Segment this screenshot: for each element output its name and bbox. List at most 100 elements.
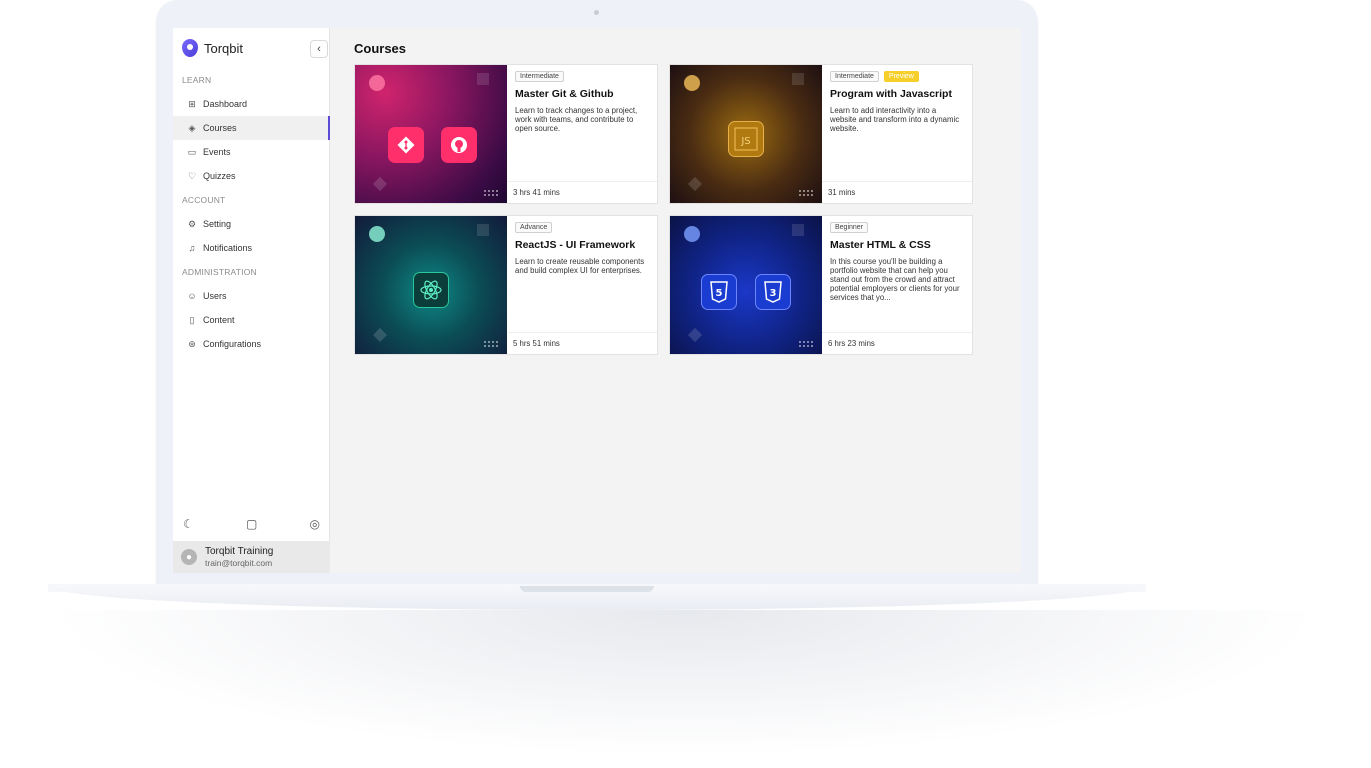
decor-orb (684, 75, 700, 91)
config-icon: ⊛ (188, 339, 196, 349)
javascript-icon: JS (728, 121, 764, 157)
sidebar-item-courses[interactable]: ◈ Courses (173, 116, 330, 140)
github-icon (441, 127, 477, 163)
lightbulb-icon: ♡ (187, 171, 197, 181)
section-label-account: ACCOUNT (182, 195, 226, 205)
decor-dots (798, 340, 814, 348)
sidebar-item-label: Configurations (203, 339, 262, 349)
course-thumbnail: 5 3 (670, 216, 822, 354)
calendar-icon: ▭ (187, 147, 197, 157)
sidebar-item-label: Events (203, 147, 231, 157)
decor-square (792, 224, 804, 236)
user-panel[interactable]: ● Torqbit Training train@torqbit.com (173, 541, 330, 573)
git-icon (388, 127, 424, 163)
course-duration: 6 hrs 23 mins (822, 332, 972, 354)
course-card[interactable]: 5 3 Beginner Master HTML & CSS In this c… (669, 215, 973, 355)
sidebar-item-quizzes[interactable]: ♡ Quizzes (173, 164, 329, 188)
sidebar-item-label: Users (203, 291, 227, 301)
avatar: ● (181, 549, 197, 565)
html5-icon: 5 (701, 274, 737, 310)
user-email: train@torqbit.com (205, 558, 273, 568)
decor-diamond (687, 327, 703, 343)
course-title[interactable]: Master HTML & CSS (830, 239, 964, 251)
course-duration: 5 hrs 51 mins (507, 332, 657, 354)
moon-icon[interactable]: ☾ (183, 517, 194, 531)
sidebar-item-configurations[interactable]: ⊛ Configurations (173, 332, 329, 356)
level-badge: Beginner (830, 222, 869, 233)
level-badge: Advance (515, 222, 553, 233)
course-description: Learn to add interactivity into a websit… (830, 106, 960, 133)
course-duration: 31 mins (822, 181, 972, 203)
decor-orb (684, 226, 700, 242)
laptop-camera (594, 10, 599, 15)
brand-name: Torqbit (204, 40, 244, 56)
app-screen: Torqbit ‹ LEARN ⊞ Dashboard ◈ Courses ▭ … (173, 28, 1021, 573)
sidebar-item-users[interactable]: ☺ Users (173, 284, 329, 308)
main-content: Courses Intermediate Master Git & Github… (330, 28, 1021, 573)
sidebar: Torqbit ‹ LEARN ⊞ Dashboard ◈ Courses ▭ … (173, 28, 330, 573)
sidebar-item-content[interactable]: ▯ Content (173, 308, 329, 332)
chat-icon[interactable]: ▢ (246, 517, 257, 531)
react-icon (413, 272, 449, 308)
course-description: Learn to track changes to a project, wor… (515, 106, 638, 133)
sidebar-item-label: Courses (203, 123, 237, 133)
discord-icon[interactable]: ◎ (310, 517, 320, 531)
decor-square (477, 73, 489, 85)
sidebar-item-label: Dashboard (203, 99, 248, 109)
decor-dots (798, 189, 814, 197)
section-label-learn: LEARN (182, 75, 212, 85)
floor-shadow (0, 610, 1371, 768)
decor-diamond (687, 176, 703, 192)
section-label-administration: ADMINISTRATION (182, 267, 257, 277)
sidebar-item-dashboard[interactable]: ⊞ Dashboard (173, 92, 329, 116)
sidebar-footer: ☾ ▢ ◎ (173, 511, 330, 537)
course-card[interactable]: Intermediate Master Git & Github Learn t… (354, 64, 658, 204)
user-name: Torqbit Training (205, 546, 274, 557)
svg-text:3: 3 (770, 288, 777, 299)
svg-text:JS: JS (740, 136, 750, 147)
course-title[interactable]: Program with Javascript (830, 88, 964, 100)
course-thumbnail (355, 65, 507, 203)
course-title[interactable]: ReactJS - UI Framework (515, 239, 649, 251)
css3-icon: 3 (755, 274, 791, 310)
decor-dots (483, 189, 499, 197)
sidebar-item-label: Notifications (203, 243, 253, 253)
decor-orb (369, 75, 385, 91)
decor-orb (369, 226, 385, 242)
sidebar-item-setting[interactable]: ⚙ Setting (173, 212, 329, 236)
document-icon: ▯ (189, 315, 195, 325)
level-badge: Intermediate (830, 71, 879, 82)
torqbit-logo-icon (182, 39, 198, 57)
laptop-notch (520, 586, 654, 592)
level-badge: Intermediate (515, 71, 564, 82)
course-description: Learn to create reusable components and … (515, 257, 645, 275)
decor-diamond (372, 327, 388, 343)
decor-square (792, 73, 804, 85)
course-thumbnail: JS (670, 65, 822, 203)
sidebar-item-notifications[interactable]: ♫ Notifications (173, 236, 329, 260)
course-grid: Intermediate Master Git & Github Learn t… (354, 64, 1021, 355)
decor-dots (483, 340, 499, 348)
chevron-left-icon: ‹ (317, 43, 321, 55)
users-icon: ☺ (187, 291, 197, 301)
collapse-sidebar-button[interactable]: ‹ (310, 40, 328, 58)
bell-icon: ♫ (188, 243, 196, 253)
sidebar-item-label: Quizzes (203, 171, 236, 181)
brand[interactable]: Torqbit (173, 28, 329, 68)
sidebar-item-label: Content (203, 315, 235, 325)
course-card[interactable]: JS Intermediate Preview Program with Jav… (669, 64, 973, 204)
gear-icon: ⚙ (187, 219, 197, 229)
dashboard-icon: ⊞ (188, 99, 196, 109)
page-title: Courses (354, 41, 407, 56)
preview-badge: Preview (883, 71, 919, 82)
svg-text:5: 5 (716, 288, 723, 299)
decor-diamond (372, 176, 388, 192)
sidebar-item-label: Setting (203, 219, 232, 229)
course-duration: 3 hrs 41 mins (507, 181, 657, 203)
decor-square (477, 224, 489, 236)
course-title[interactable]: Master Git & Github (515, 88, 649, 100)
graduation-cap-icon: ◈ (188, 123, 196, 133)
course-description: In this course you'll be building a port… (830, 257, 960, 302)
sidebar-item-events[interactable]: ▭ Events (173, 140, 329, 164)
course-card[interactable]: Advance ReactJS - UI Framework Learn to … (354, 215, 658, 355)
